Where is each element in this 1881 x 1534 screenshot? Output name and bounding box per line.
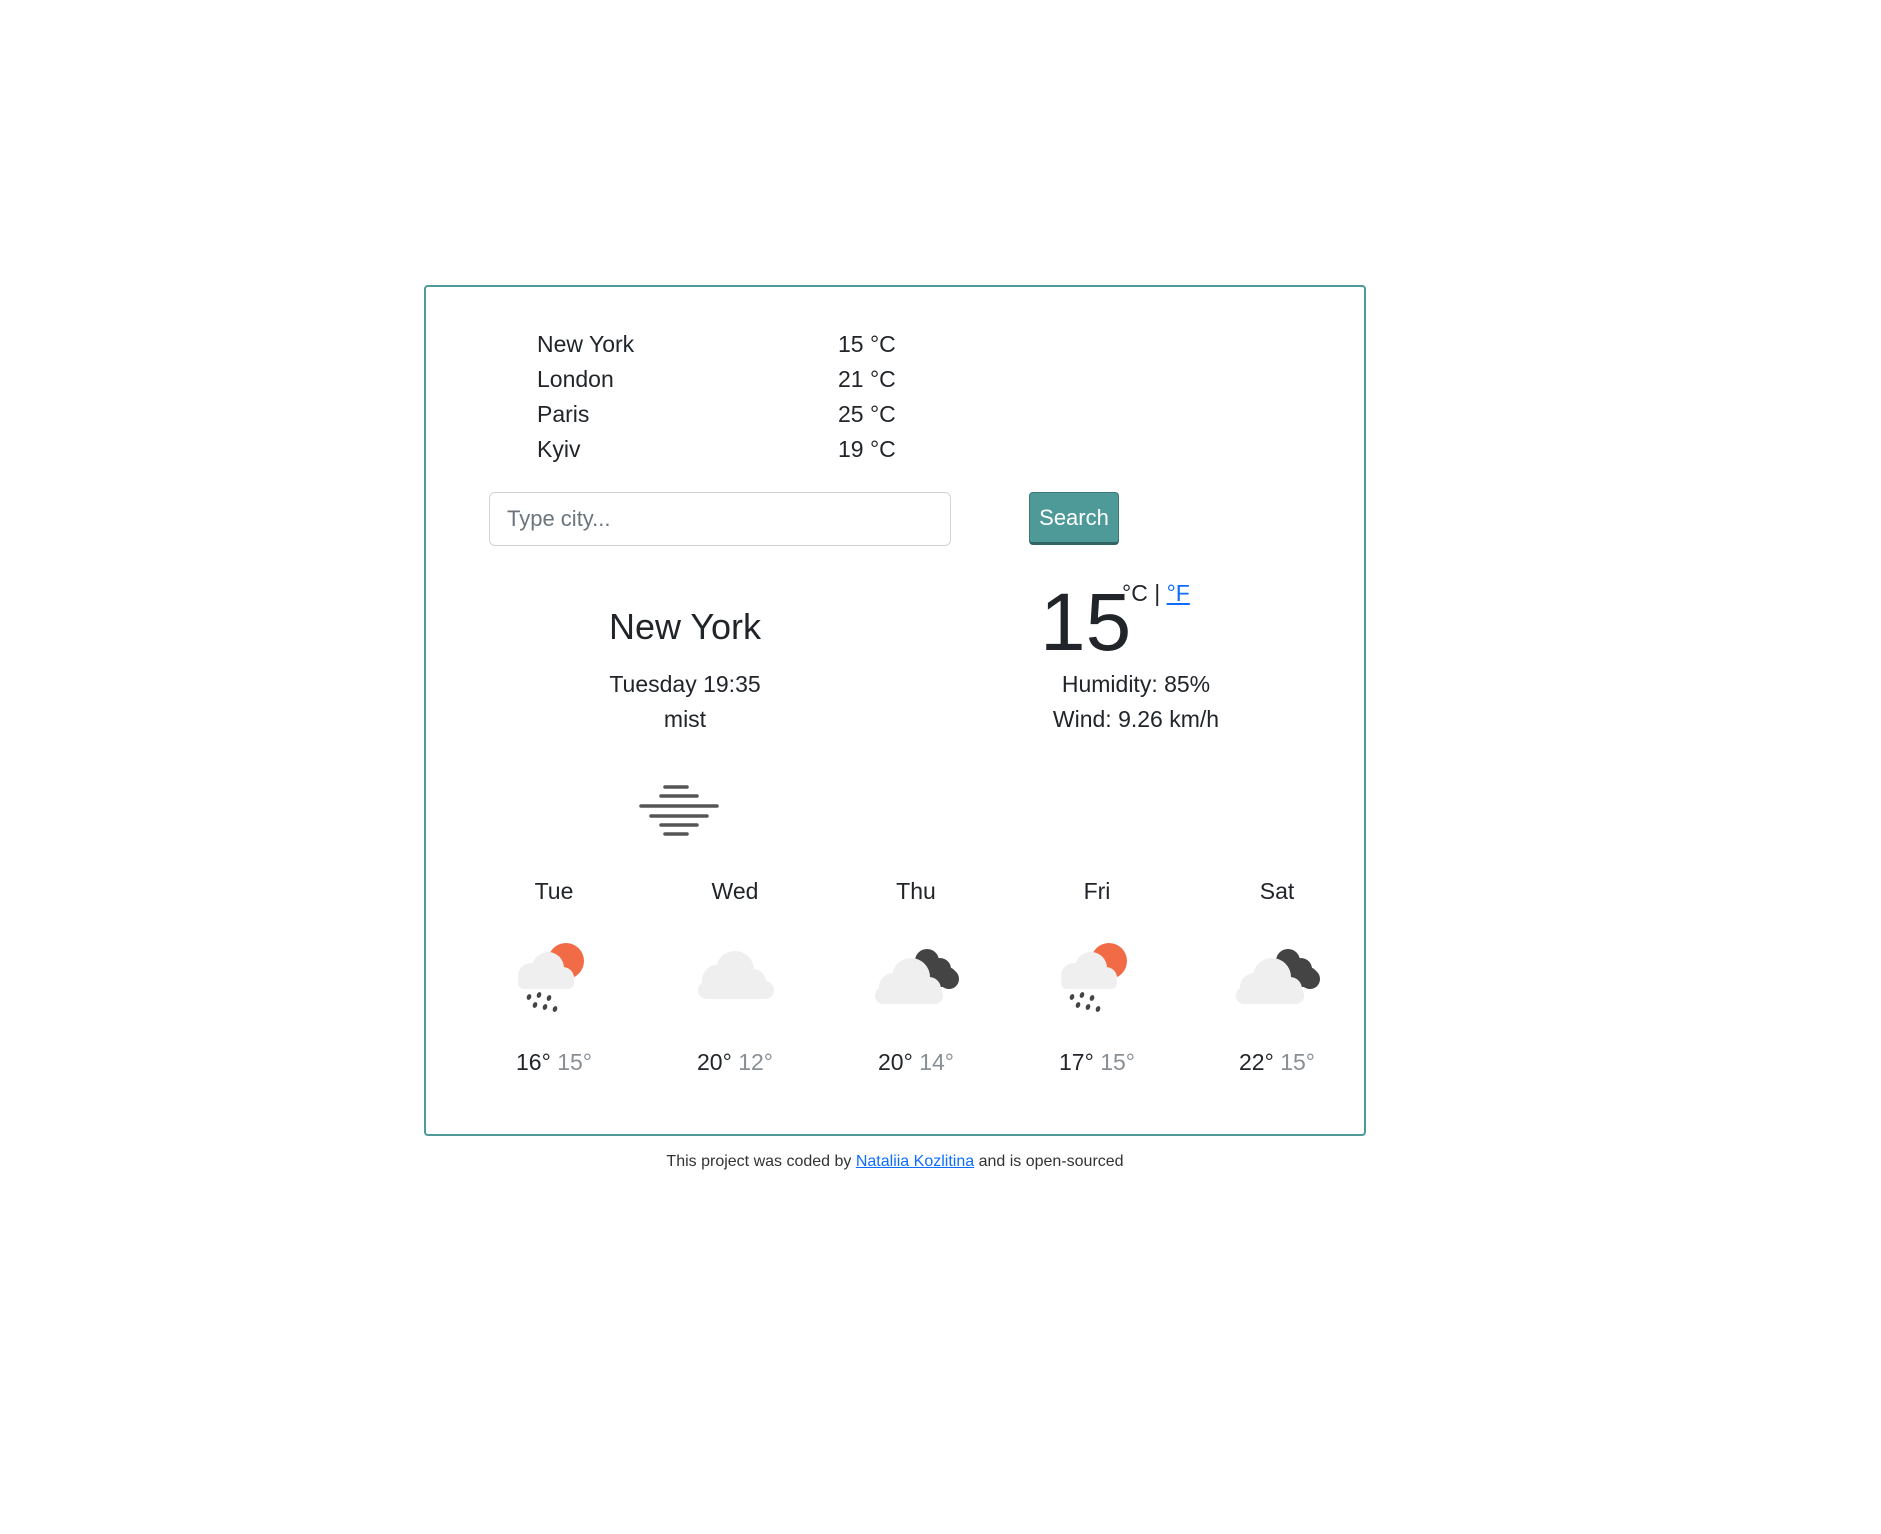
forecast-min-temp: 14° — [919, 1049, 954, 1075]
unit-toggle: °C | °F — [1122, 578, 1190, 608]
city-temp: 19 °C — [838, 436, 896, 462]
forecast-min-temp: 12° — [738, 1049, 773, 1075]
search-button[interactable]: Search — [1029, 492, 1119, 545]
forecast-day: Fri 17° 15° — [1007, 874, 1187, 1080]
celsius-unit: °C — [1122, 580, 1148, 606]
footer: This project was coded by Nataliia Kozli… — [424, 1153, 1366, 1171]
current-datetime: Tuesday 19:35 — [609, 671, 761, 697]
city-temp: 15 °C — [838, 331, 896, 357]
forecast-day: Thu 20° 14° — [826, 874, 1006, 1080]
city-temp: 25 °C — [838, 401, 896, 427]
unit-separator: | — [1147, 580, 1167, 606]
city-row[interactable]: Paris 25 °C — [537, 397, 937, 432]
city-temp: 21 °C — [838, 366, 896, 392]
city-name[interactable]: Paris — [537, 397, 589, 432]
forecast-day-name: Tue — [534, 878, 574, 904]
forecast-day-name: Thu — [896, 878, 936, 904]
city-row[interactable]: London 21 °C — [537, 362, 937, 397]
source-text: open-sourced — [1025, 1153, 1124, 1170]
rain-sun-icon — [1061, 943, 1127, 1012]
cloud-icon — [698, 951, 774, 999]
author-link[interactable]: Nataliia Kozlitina — [856, 1153, 974, 1170]
forecast-day: Tue 16° 15° — [464, 874, 644, 1080]
current-city-name: New York — [608, 606, 762, 647]
forecast-temps: 20° 14° — [826, 1045, 1006, 1080]
broken-clouds-icon — [1236, 949, 1320, 1004]
search-input[interactable] — [489, 492, 951, 546]
city-row[interactable]: New York 15 °C — [537, 327, 937, 362]
forecast-day-name: Fri — [1083, 878, 1111, 904]
forecast-temps: 17° 15° — [1007, 1045, 1187, 1080]
rain-sun-icon — [518, 943, 584, 1012]
city-row[interactable]: Kyiv 19 °C — [537, 432, 937, 467]
footer-middle: and is — [974, 1153, 1026, 1170]
mist-icon — [639, 785, 719, 836]
forecast-min-temp: 15° — [1280, 1049, 1315, 1075]
forecast-min-temp: 15° — [1100, 1049, 1135, 1075]
forecast-temps: 20° 12° — [645, 1045, 825, 1080]
forecast-max-temp: 17° — [1059, 1049, 1094, 1075]
current-temperature: 15 — [1040, 577, 1132, 668]
city-name[interactable]: New York — [537, 327, 634, 362]
current-description: mist — [663, 706, 707, 732]
forecast-max-temp: 20° — [878, 1049, 913, 1075]
forecast-min-temp: 15° — [557, 1049, 592, 1075]
weather-app-card: New York 15 °C London 21 °C Paris 25 °C … — [424, 285, 1366, 1136]
forecast-day: Sat 22° 15° — [1187, 874, 1367, 1080]
broken-clouds-icon — [875, 949, 959, 1004]
forecast-max-temp: 20° — [697, 1049, 732, 1075]
fahrenheit-link[interactable]: °F — [1167, 580, 1190, 606]
city-name[interactable]: Kyiv — [537, 432, 580, 467]
wind-text: Wind: 9.26 km/h — [1052, 706, 1220, 732]
forecast-max-temp: 22° — [1239, 1049, 1274, 1075]
forecast-max-temp: 16° — [516, 1049, 551, 1075]
humidity-text: Humidity: 85% — [1061, 671, 1211, 697]
forecast-day-name: Sat — [1259, 878, 1295, 904]
forecast-day: Wed 20° 12° — [645, 874, 825, 1080]
forecast-temps: 16° 15° — [464, 1045, 644, 1080]
footer-prefix: This project was coded by — [666, 1153, 856, 1170]
city-name[interactable]: London — [537, 362, 614, 397]
page: New York 15 °C London 21 °C Paris 25 °C … — [0, 0, 1881, 1534]
city-list: New York 15 °C London 21 °C Paris 25 °C … — [537, 327, 937, 467]
forecast-temps: 22° 15° — [1187, 1045, 1367, 1080]
forecast-day-name: Wed — [711, 878, 759, 904]
